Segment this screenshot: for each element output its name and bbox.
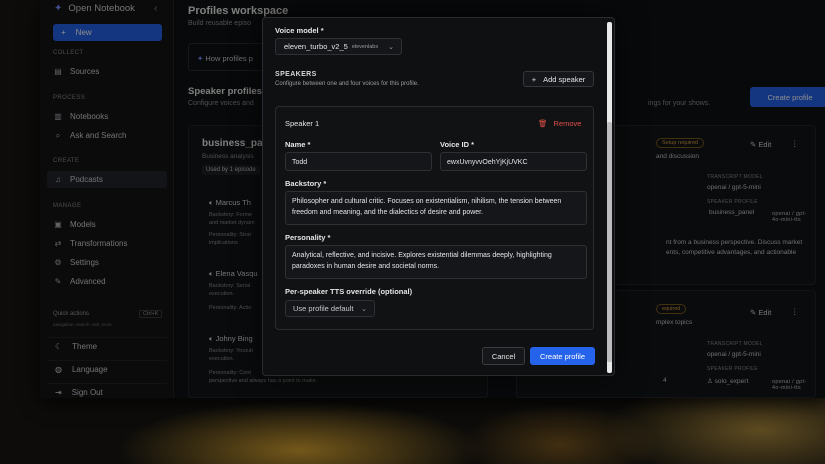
name-field[interactable]: Todd	[285, 152, 432, 171]
name-label: Name *	[285, 140, 311, 149]
voice-id-field[interactable]: ewxUvnyvvOehYjKjUVKC	[440, 152, 587, 171]
personality-textarea[interactable]: Analytical, reflective, and incisive. Ex…	[285, 245, 587, 279]
personality-label: Personality *	[285, 233, 331, 242]
add-speaker-label: Add speaker	[543, 74, 586, 84]
dialog-scrollbar[interactable]	[607, 22, 612, 373]
tts-override-value: Use profile default	[293, 304, 354, 313]
trash-icon: 🗑︎	[538, 119, 548, 128]
tts-override-select[interactable]: Use profile default ⌄	[285, 300, 375, 317]
cancel-button[interactable]: Cancel	[482, 347, 525, 365]
voice-model-select[interactable]: eleven_turbo_v2_5 elevenlabs ⌄	[275, 38, 402, 55]
chevron-down-icon: ⌄	[361, 305, 367, 313]
tts-override-label: Per-speaker TTS override (optional)	[285, 287, 413, 296]
remove-label: Remove	[553, 119, 582, 128]
create-profile-submit-button[interactable]: Create profile	[530, 347, 595, 365]
voice-model-label: Voice model *	[275, 26, 324, 35]
voice-model-provider: elevenlabs	[351, 43, 379, 50]
remove-speaker-button[interactable]: 🗑︎ Remove	[538, 119, 581, 128]
speaker-heading: Speaker 1	[285, 119, 320, 128]
chevron-down-icon: ⌄	[388, 43, 394, 51]
add-speaker-button[interactable]: + Add speaker	[523, 71, 594, 87]
scrollbar-thumb[interactable]	[607, 122, 612, 362]
speakers-heading: SPEAKERS	[275, 71, 317, 78]
speakers-subtitle: Configure between one and four voices fo…	[275, 81, 419, 87]
voice-model-value: eleven_turbo_v2_5	[284, 42, 348, 51]
plus-icon: +	[531, 74, 537, 84]
backstory-textarea[interactable]: Philosopher and cultural critic. Focuses…	[285, 191, 587, 225]
backstory-label: Backstory *	[285, 179, 327, 188]
voice-id-label: Voice ID *	[440, 140, 475, 149]
create-speaker-profile-dialog: Voice model * eleven_turbo_v2_5 elevenla…	[262, 17, 615, 376]
speaker-card: Speaker 1 🗑︎ Remove Name * Todd Voice ID…	[275, 106, 594, 330]
